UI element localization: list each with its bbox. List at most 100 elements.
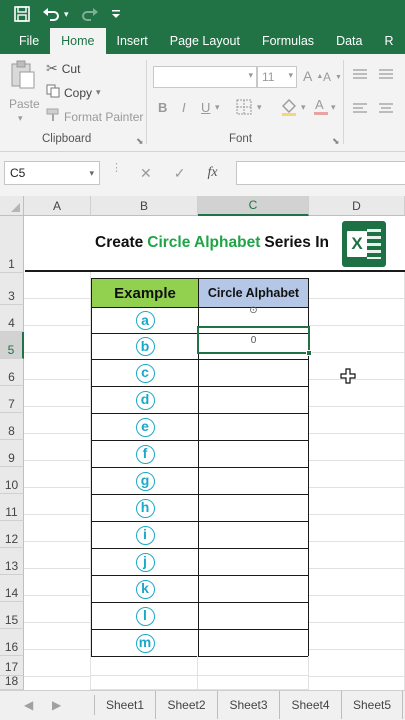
name-box[interactable]: C5 ▾ [4, 161, 100, 185]
align-middle-icon[interactable] [378, 68, 394, 85]
example-cell-k[interactable]: k [91, 575, 199, 603]
example-cell-j[interactable]: j [91, 548, 199, 576]
result-cell[interactable] [198, 467, 309, 495]
row-header-15[interactable]: 15 [0, 602, 24, 629]
row-header-18[interactable]: 18 [0, 674, 24, 690]
decrease-font-size-icon[interactable]: A ▼ [323, 70, 342, 84]
format-painter-button[interactable]: Format Painter [46, 108, 143, 125]
tab-insert[interactable]: Insert [106, 28, 159, 54]
tab-home[interactable]: Home [50, 28, 106, 54]
result-cell[interactable] [198, 440, 309, 468]
table-header-circle-alphabet[interactable]: Circle Alphabet [198, 278, 309, 308]
paste-dropdown-icon[interactable]: ▾ [18, 113, 23, 124]
italic-button[interactable]: I [182, 100, 186, 115]
tab-formulas[interactable]: Formulas [251, 28, 325, 54]
empty-cell[interactable] [91, 676, 198, 690]
tab-review[interactable]: R [373, 28, 404, 54]
empty-cell[interactable] [91, 656, 198, 676]
example-cell-h[interactable]: h [91, 494, 199, 522]
tab-data[interactable]: Data [325, 28, 373, 54]
row-header-16[interactable]: 16 [0, 629, 24, 656]
borders-dropdown-icon[interactable]: ▾ [257, 102, 262, 113]
result-cell[interactable] [198, 386, 309, 414]
result-cell[interactable] [198, 494, 309, 522]
active-cell-selection[interactable] [197, 326, 310, 354]
row-header-6[interactable]: 6 [0, 359, 24, 386]
clipboard-launcher-icon[interactable]: ⬊ [136, 136, 144, 147]
result-cell[interactable] [198, 413, 309, 441]
example-cell-e[interactable]: e [91, 413, 199, 441]
cancel-icon[interactable]: ✕ [140, 165, 152, 182]
copy-button[interactable]: Copy ▾ [46, 84, 101, 101]
scroll-tabs-right-icon[interactable]: ▶ [52, 698, 61, 712]
font-name-select[interactable]: ▾ [153, 66, 257, 88]
row-header-7[interactable]: 7 [0, 386, 24, 413]
bold-button[interactable]: B [158, 100, 167, 115]
row-header-1[interactable]: 1 [0, 216, 24, 273]
align-center-icon[interactable] [378, 102, 394, 119]
row-header-5[interactable]: 5 [0, 332, 24, 359]
row-header-10[interactable]: 10 [0, 467, 24, 494]
align-top-icon[interactable] [352, 68, 368, 85]
font-color-dropdown-icon[interactable]: ▾ [331, 102, 336, 113]
example-cell-f[interactable]: f [91, 440, 199, 468]
result-cell[interactable] [198, 521, 309, 549]
font-size-select[interactable]: 11 ▾ [257, 66, 297, 88]
column-header-d[interactable]: D [309, 196, 405, 216]
enter-icon[interactable]: ✓ [174, 165, 186, 182]
result-cell[interactable] [198, 548, 309, 576]
font-launcher-icon[interactable]: ⬊ [332, 136, 340, 147]
tab-page-layout[interactable]: Page Layout [159, 28, 251, 54]
fill-handle[interactable] [306, 350, 312, 356]
example-cell-c[interactable]: c [91, 359, 199, 387]
worksheet-grid[interactable]: A B C D 1 3 4 5 6 7 8 9 10 11 12 13 14 1… [0, 196, 405, 690]
row-header-17[interactable]: 17 [0, 656, 24, 676]
paste-icon[interactable] [10, 60, 36, 93]
example-cell-l[interactable]: l [91, 602, 199, 630]
result-cell[interactable] [198, 575, 309, 603]
save-icon[interactable] [14, 6, 30, 22]
example-cell-i[interactable]: i [91, 521, 199, 549]
example-cell-d[interactable]: d [91, 386, 199, 414]
table-header-example[interactable]: Example [91, 278, 199, 308]
result-cell[interactable] [198, 602, 309, 630]
font-color-icon[interactable]: A [313, 97, 329, 118]
fill-color-icon[interactable] [280, 98, 298, 119]
underline-button[interactable]: U [201, 100, 210, 115]
undo-icon[interactable] [42, 6, 60, 22]
sheet-tab-3[interactable]: Sheet3 [218, 691, 280, 719]
scroll-tabs-left-icon[interactable]: ◀ [24, 698, 33, 712]
tab-file[interactable]: File [8, 28, 50, 54]
insert-function-button[interactable]: fx [207, 165, 217, 181]
result-cell[interactable] [198, 359, 309, 387]
column-header-a[interactable]: A [24, 196, 91, 216]
result-cell[interactable] [198, 629, 309, 657]
increase-font-size-icon[interactable]: A ▲ [303, 68, 323, 84]
empty-cell[interactable] [198, 656, 309, 676]
cut-button[interactable]: ✂ Cut [46, 60, 80, 77]
sheet-tab-4[interactable]: Sheet4 [280, 691, 342, 719]
example-cell-m[interactable]: m [91, 629, 199, 657]
fill-color-dropdown-icon[interactable]: ▾ [301, 102, 306, 113]
column-header-b[interactable]: B [91, 196, 198, 216]
formula-input[interactable] [236, 161, 405, 185]
underline-dropdown-icon[interactable]: ▾ [215, 102, 220, 113]
empty-cell[interactable] [198, 676, 309, 690]
example-cell-g[interactable]: g [91, 467, 199, 495]
align-left-icon[interactable] [352, 102, 368, 119]
row-header-9[interactable]: 9 [0, 440, 24, 467]
select-all-button[interactable] [0, 196, 24, 216]
row-header-13[interactable]: 13 [0, 548, 24, 575]
sheet-tab-5[interactable]: Sheet5 [342, 691, 403, 719]
column-header-c[interactable]: C [198, 196, 309, 216]
row-header-3[interactable]: 3 [0, 273, 24, 305]
example-cell-a[interactable]: a [91, 307, 199, 334]
customize-qat-icon[interactable] [111, 8, 121, 20]
sheet-tab-2[interactable]: Sheet2 [156, 691, 218, 719]
row-header-11[interactable]: 11 [0, 494, 24, 521]
sheet-tab-1[interactable]: Sheet1 [95, 691, 156, 719]
redo-icon[interactable] [81, 6, 99, 22]
paste-button[interactable]: Paste [9, 97, 40, 111]
undo-dropdown-icon[interactable]: ▾ [64, 9, 69, 19]
row-header-4[interactable]: 4 [0, 305, 24, 332]
